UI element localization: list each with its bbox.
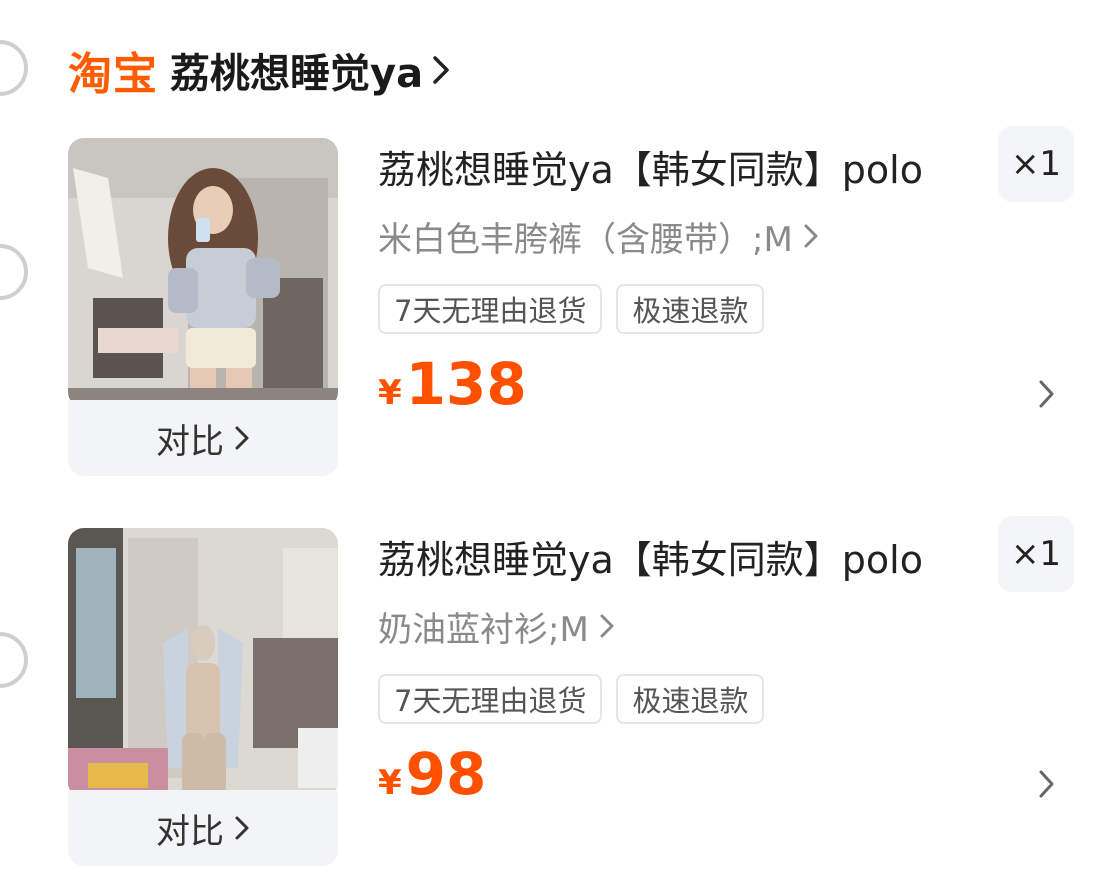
chevron-right-icon	[803, 223, 819, 249]
price: ¥ 138	[378, 350, 527, 420]
spec-selector[interactable]: 米白色丰胯裤（含腰带）;M	[378, 212, 819, 260]
tag-refund: 极速退款	[616, 674, 765, 724]
cart-item: 对比 荔桃想睡觉ya【韩女同款】polo ×1 奶油蓝衬衫;M 7天无理由退货 …	[0, 516, 1120, 868]
service-tags: 7天无理由退货 极速退款	[378, 674, 765, 724]
shop-header[interactable]: 淘宝 荔桃想睡觉ya	[68, 38, 457, 102]
tag-return: 7天无理由退货	[378, 284, 603, 334]
product-image[interactable]	[68, 138, 338, 408]
cart-item: 对比 荔桃想睡觉ya【韩女同款】polo ×1 米白色丰胯裤（含腰带）;M 7天…	[0, 126, 1120, 478]
chevron-right-icon[interactable]	[1036, 766, 1058, 802]
chevron-right-icon	[234, 425, 250, 451]
quantity-badge[interactable]: ×1	[998, 516, 1074, 592]
price-amount: 98	[405, 740, 487, 808]
price: ¥ 98	[378, 740, 486, 810]
tag-refund: 极速退款	[616, 284, 765, 334]
shop-select-radio[interactable]	[0, 40, 28, 96]
compare-button[interactable]: 对比	[68, 790, 338, 866]
item-select-radio[interactable]	[0, 632, 28, 688]
product-title[interactable]: 荔桃想睡觉ya【韩女同款】polo	[378, 532, 988, 588]
taobao-logo: 淘宝	[68, 49, 158, 100]
compare-button[interactable]: 对比	[68, 400, 338, 476]
currency-symbol: ¥	[378, 763, 402, 803]
product-title[interactable]: 荔桃想睡觉ya【韩女同款】polo	[378, 142, 988, 198]
item-select-radio[interactable]	[0, 244, 28, 300]
compare-label: 对比	[156, 421, 224, 462]
shop-name[interactable]: 荔桃想睡觉ya	[170, 41, 423, 99]
service-tags: 7天无理由退货 极速退款	[378, 284, 765, 334]
chevron-right-icon[interactable]	[1036, 376, 1058, 412]
spec-selector[interactable]: 奶油蓝衬衫;M	[378, 602, 615, 650]
chevron-right-icon	[599, 613, 615, 639]
price-amount: 138	[405, 350, 527, 418]
spec-text: 奶油蓝衬衫;M	[378, 609, 589, 650]
quantity-badge[interactable]: ×1	[998, 126, 1074, 202]
chevron-right-icon[interactable]	[431, 50, 457, 90]
compare-label: 对比	[156, 811, 224, 852]
spec-text: 米白色丰胯裤（含腰带）;M	[378, 219, 793, 260]
tag-return: 7天无理由退货	[378, 674, 603, 724]
currency-symbol: ¥	[378, 373, 402, 413]
product-image[interactable]	[68, 528, 338, 798]
chevron-right-icon	[234, 815, 250, 841]
